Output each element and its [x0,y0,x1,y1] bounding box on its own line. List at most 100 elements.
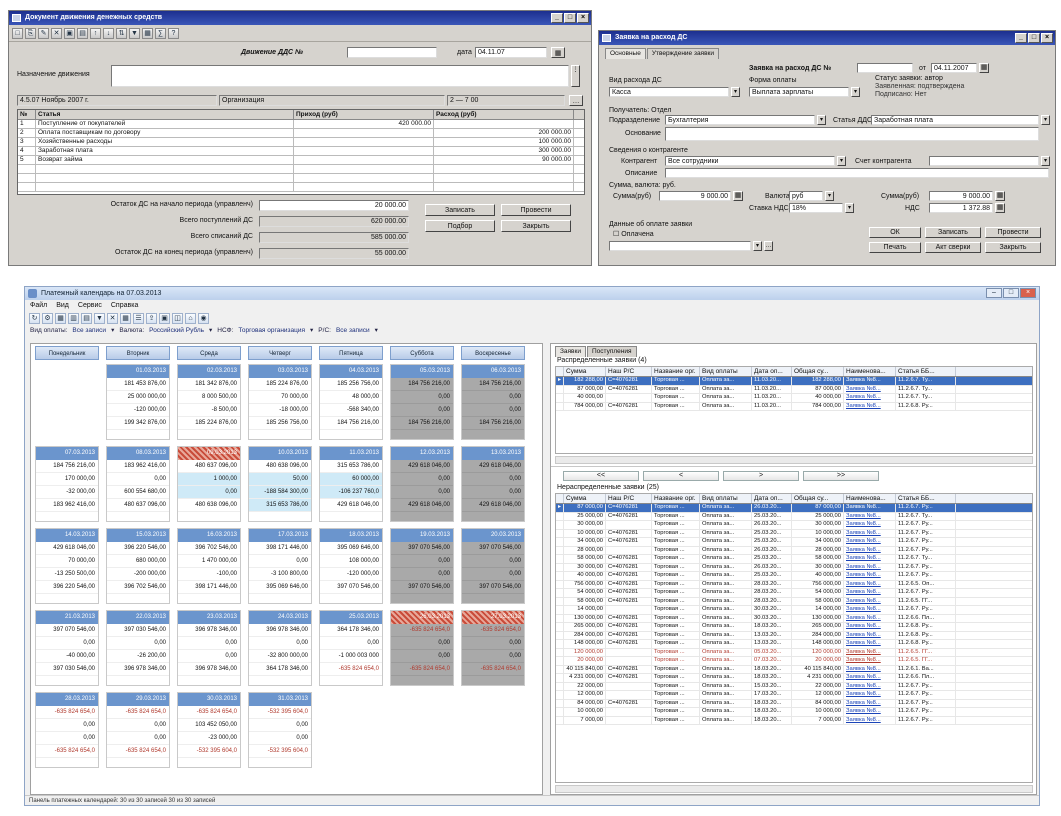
ddc-org-field[interactable]: Организация [219,95,445,106]
refresh-icon[interactable]: ↻ [29,312,40,324]
planner-titlebar[interactable]: Платежный календарь на 07.03.2013 – □ × [25,287,1039,300]
table-cell[interactable] [294,165,434,173]
day-cell[interactable]: 12.03.2013 429 618 046,00 0,00 0,00 429 618 … [390,446,454,522]
settings-icon[interactable]: ⚙ [42,312,53,324]
day-cell[interactable]: 26.03.2013 -635 824 654,0 0,00 0,00 -635 824… [390,610,454,686]
table-row[interactable]: 40 000,00 Торговая ... Оплата за... 11.03.2… [556,394,1032,403]
approve-dropdown-button[interactable]: ▾ [753,241,762,251]
filter-icon[interactable]: ▼ [94,312,105,324]
table-cell[interactable] [294,174,434,182]
day-date[interactable]: 07.03.2013 [36,447,98,460]
minimize-button[interactable]: _ [1015,33,1027,43]
day-cell[interactable]: 17.03.2013 398 171 446,00 0,00 -3 100 800,0… [248,528,312,604]
column-header[interactable]: Сумма [564,494,606,503]
column-header[interactable]: Дата оп... [752,367,792,376]
day-header[interactable]: Вторник [106,346,170,360]
ok-button[interactable]: ОК [869,227,921,238]
table-row[interactable]: 1 Поступление от покупателей 420 000.00 [18,120,584,129]
day-date[interactable]: 28.03.2013 [36,693,98,706]
range-select-button[interactable]: … [569,95,583,106]
day-cell[interactable]: 05.03.2013 184 756 216,00 0,00 0,00 184 756 … [390,364,454,440]
day-date[interactable]: 29.03.2013 [107,693,169,706]
table-row[interactable]: 265 000,00 С=4076281 Торговая ... Оплата за… [556,623,1032,632]
table-row[interactable]: 54 000,00 С=4076281 Торговая ... Оплата за.… [556,589,1032,598]
arrow-down-icon[interactable]: ↓ [103,27,114,39]
table-row[interactable]: 4 231 000,00 С=4076281 Торговая ... Оплата … [556,674,1032,683]
split-icon[interactable]: ◫ [172,312,183,324]
day-date[interactable]: 27.03.2013 [462,611,524,624]
table-cell[interactable]: Заявка №8... [844,521,896,529]
day-cell[interactable]: 08.03.2013 183 962 416,00 0,00 600 554 680,… [106,446,170,522]
ddc-range-field[interactable]: 2 — 7 00 [447,95,565,106]
req-kind-field[interactable]: Касса [609,87,729,97]
table-row[interactable]: 12 000,00 Торговая ... Оплата за... 17.03.2… [556,691,1032,700]
ddc-date-field[interactable]: 04.11.07 [475,47,547,58]
table-row[interactable]: 2 Оплата поставщикам по договору 200 000.0… [18,129,584,138]
table-cell[interactable]: Заявка №8... [844,546,896,554]
minimize-button[interactable]: – [986,288,1002,298]
day-cell[interactable]: 14.03.2013 429 618 046,00 70 000,00 -13 250… [35,528,99,604]
day-date[interactable]: 19.03.2013 [391,529,453,542]
day-cell[interactable]: 11.03.2013 315 653 786,00 60 000,00 -106 23… [319,446,383,522]
col-item[interactable]: Статья [36,110,294,119]
table-row[interactable]: 5 Возврат займа 90 000.00 [18,156,584,165]
purpose-dropdown-button[interactable]: ▾ [851,87,860,97]
table-row[interactable]: 58 000,00 С=4076281 Торговая ... Оплата за.… [556,555,1032,564]
day-date[interactable]: 04.03.2013 [320,365,382,378]
day-date[interactable]: 31.03.2013 [249,693,311,706]
maximize-button[interactable]: □ [1003,288,1019,298]
day-date[interactable]: 26.03.2013 [391,611,453,624]
day-date[interactable]: 11.03.2013 [320,447,382,460]
table-cell[interactable]: Заявка №8... [844,665,896,673]
req-counterparty-field[interactable]: Все сотрудники [665,156,835,166]
save-icon[interactable]: ▣ [64,27,75,39]
table-cell[interactable]: Заявка №8... [844,394,896,402]
req-purpose-field[interactable]: Выплата зарплаты [749,87,849,97]
new-icon[interactable]: □ [12,27,23,39]
tab-receipts[interactable]: Поступления [587,346,637,357]
req-doc-number[interactable] [857,63,913,73]
req-print-button[interactable]: Печать [869,242,921,253]
table-row[interactable] [18,165,584,174]
day-cell[interactable]: 20.03.2013 397 070 546,00 0,00 0,00 397 070 … [461,528,525,604]
table-row[interactable] [18,174,584,183]
req-approve-field[interactable] [609,241,751,251]
table-row[interactable]: 40 115 840,00 С=4076281 Торговая ... Оплата… [556,665,1032,674]
table-cell[interactable]: Заявка №8... [844,614,896,622]
table-cell[interactable]: Заявка №8... [844,563,896,571]
kind-dropdown-button[interactable]: ▾ [731,87,740,97]
table-cell[interactable]: Хозяйственные расходы [36,138,294,146]
day-date[interactable]: 23.03.2013 [178,611,240,624]
day-date[interactable]: 20.03.2013 [462,529,524,542]
req-article-field[interactable]: Заработная плата [871,115,1039,125]
day-date[interactable]: 02.03.2013 [178,365,240,378]
table-row[interactable]: 20 000,00 Торговая ... Оплата за... 07.03.2… [556,657,1032,666]
table-cell[interactable]: Заявка №8... [844,691,896,699]
req-contract-field[interactable] [929,156,1039,166]
day-cell[interactable]: 27.03.2013 -635 824 654,0 0,00 0,00 -635 824… [461,610,525,686]
bottom-grid-hscroll[interactable] [555,785,1033,793]
menu-file[interactable]: Файл [30,300,47,311]
col-num[interactable]: № [18,110,36,119]
table-icon[interactable]: ▦ [142,27,153,39]
table-cell[interactable]: Заявка №8... [844,402,896,410]
req-basis-field[interactable] [665,127,1039,141]
grid-icon[interactable]: ▦ [120,312,131,324]
day-date[interactable]: 03.03.2013 [249,365,311,378]
export-icon[interactable]: ⇪ [146,312,157,324]
column-header[interactable]: Наименова... [844,367,896,376]
save-button[interactable]: Записать [425,204,495,216]
table-row[interactable]: 84 000,00 С=4076281 Торговая ... Оплата за.… [556,699,1032,708]
day-cell[interactable]: 21.03.2013 397 070 546,00 0,00 -40 000,00 39… [35,610,99,686]
table-cell[interactable]: Заявка №8... [844,623,896,631]
column-header[interactable]: Наш Р/С [606,367,652,376]
table-row[interactable]: 14 000,00 Торговая ... Оплата за... 30.03.2… [556,606,1032,615]
tab-main[interactable]: Основные [605,48,646,59]
table-cell[interactable] [294,147,434,155]
tab-requests[interactable]: Заявки [555,346,586,357]
close-button[interactable]: × [1041,33,1053,43]
table-cell[interactable]: Заявка №8... [844,631,896,639]
req-sum-field[interactable]: 9 000.00 [659,191,731,201]
day-cell[interactable]: 02.03.2013 181 342 876,00 8 000 500,00 -8 5… [177,364,241,440]
day-date[interactable]: 21.03.2013 [36,611,98,624]
